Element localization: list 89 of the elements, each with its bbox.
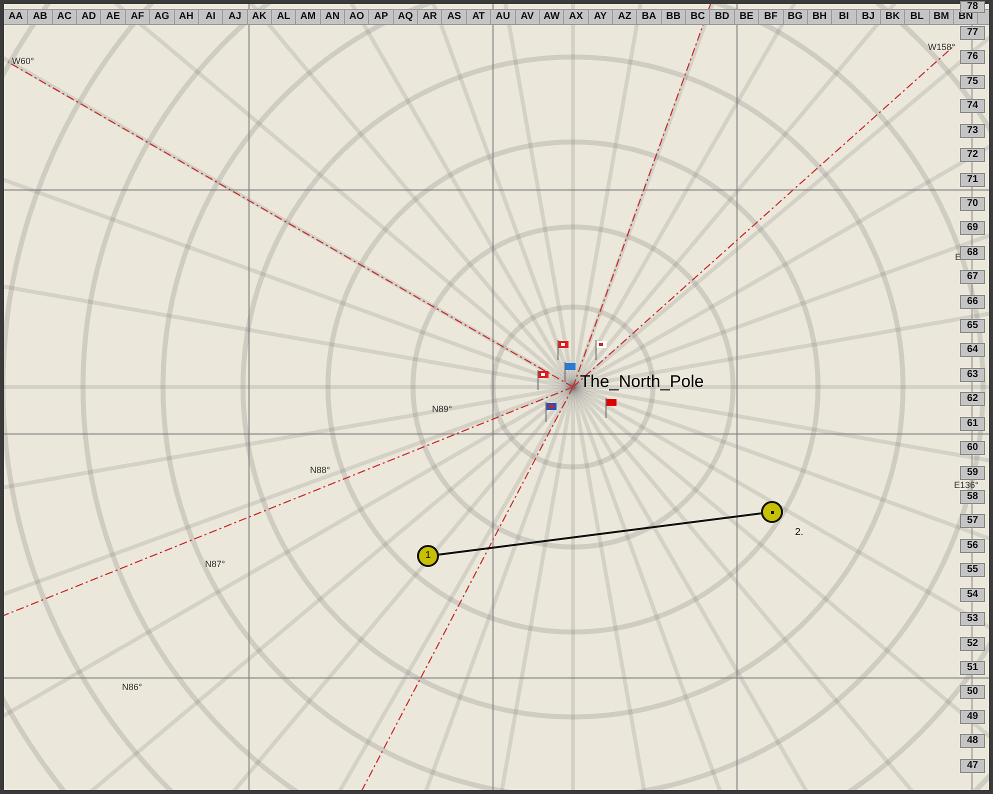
row-header: 57	[960, 514, 985, 528]
column-header: AP	[369, 10, 394, 24]
meridian-label: E	[955, 252, 962, 262]
column-header: AE	[101, 10, 126, 24]
column-header: AN	[320, 10, 346, 24]
row-header: 58	[960, 490, 985, 504]
row-header: 74	[960, 99, 985, 114]
column-header: BC	[686, 10, 710, 24]
place-label: The_North_Pole	[580, 372, 704, 392]
row-header: 76	[960, 50, 985, 64]
waypoint-marker[interactable]	[761, 501, 783, 523]
column-header: AY	[588, 10, 613, 24]
column-header: BB	[662, 10, 686, 24]
column-header: AD	[77, 10, 102, 24]
row-header: 75	[960, 74, 985, 89]
row-header: 71	[960, 172, 985, 187]
column-header: AZ	[612, 10, 638, 24]
parallel-label: N88°	[310, 465, 330, 475]
row-header: 78	[960, 1, 985, 13]
row-header: 77	[960, 26, 985, 40]
column-header: AO	[345, 10, 370, 24]
column-header: AC	[52, 10, 78, 24]
row-header: 56	[960, 538, 985, 553]
row-header: 53	[960, 612, 985, 626]
column-header: BM	[930, 10, 954, 24]
row-header: 66	[960, 294, 985, 309]
row-header: 48	[960, 734, 985, 748]
row-header: 62	[960, 392, 985, 406]
column-header: AT	[466, 10, 492, 24]
row-header: 73	[960, 124, 985, 138]
row-header: 67	[960, 270, 985, 284]
flag-icon	[595, 340, 607, 360]
row-header: 65	[960, 319, 985, 334]
meridian-label: W158°	[928, 42, 956, 52]
column-header: AA	[4, 10, 28, 24]
column-header: BF	[759, 10, 784, 24]
column-header: AU	[491, 10, 516, 24]
column-header: BG	[784, 10, 808, 24]
column-header: AI	[198, 10, 224, 24]
column-header: AG	[150, 10, 175, 24]
column-header: AQ	[394, 10, 418, 24]
column-header: BK	[880, 10, 906, 24]
column-header: AM	[296, 10, 321, 24]
row-header: 60	[960, 441, 985, 456]
flag-icon	[537, 370, 549, 390]
column-header: AV	[516, 10, 540, 24]
row-header: 61	[960, 416, 985, 431]
column-header: AL	[272, 10, 296, 24]
row-header: 72	[960, 148, 985, 162]
column-header: AW	[540, 10, 564, 24]
row-header: 63	[960, 368, 985, 382]
column-header: BD	[710, 10, 735, 24]
row-header: 59	[960, 466, 985, 480]
row-header: 49	[960, 710, 985, 724]
flag-icon	[564, 362, 576, 382]
parallel-label: N87°	[205, 559, 226, 569]
column-header: AR	[418, 10, 442, 24]
meridian-label: W60°	[12, 56, 34, 66]
column-header: BJ	[856, 10, 881, 24]
column-header: AF	[126, 10, 150, 24]
column-header: AH	[174, 10, 199, 24]
row-header: 64	[960, 343, 985, 358]
column-header: AK	[248, 10, 272, 24]
row-header: 70	[960, 196, 985, 211]
waypoint-label: 2.	[795, 527, 804, 538]
row-header: 54	[960, 588, 985, 602]
column-header: BA	[637, 10, 662, 24]
column-header: AS	[442, 10, 467, 24]
row-header: 52	[960, 636, 985, 650]
row-header: 69	[960, 221, 985, 236]
parallel-label: N89°	[432, 404, 452, 414]
column-header: AX	[564, 10, 589, 24]
row-header: 68	[960, 246, 985, 260]
row-header: 55	[960, 563, 985, 578]
flag-icon	[545, 402, 557, 422]
flag-icon	[605, 398, 617, 418]
flag-icon	[557, 340, 569, 360]
row-header: 51	[960, 660, 985, 675]
row-header: 50	[960, 685, 985, 700]
meridian-label: E136°	[954, 480, 979, 490]
waypoint-marker[interactable]: 1	[417, 545, 439, 567]
row-header: 47	[960, 758, 985, 773]
column-header: AB	[28, 10, 53, 24]
column-header: BH	[808, 10, 832, 24]
parallel-label: N86°	[122, 682, 142, 692]
column-header: BL	[905, 10, 930, 24]
column-header: BE	[734, 10, 760, 24]
column-header: BI	[832, 10, 857, 24]
column-header: AJ	[223, 10, 248, 24]
